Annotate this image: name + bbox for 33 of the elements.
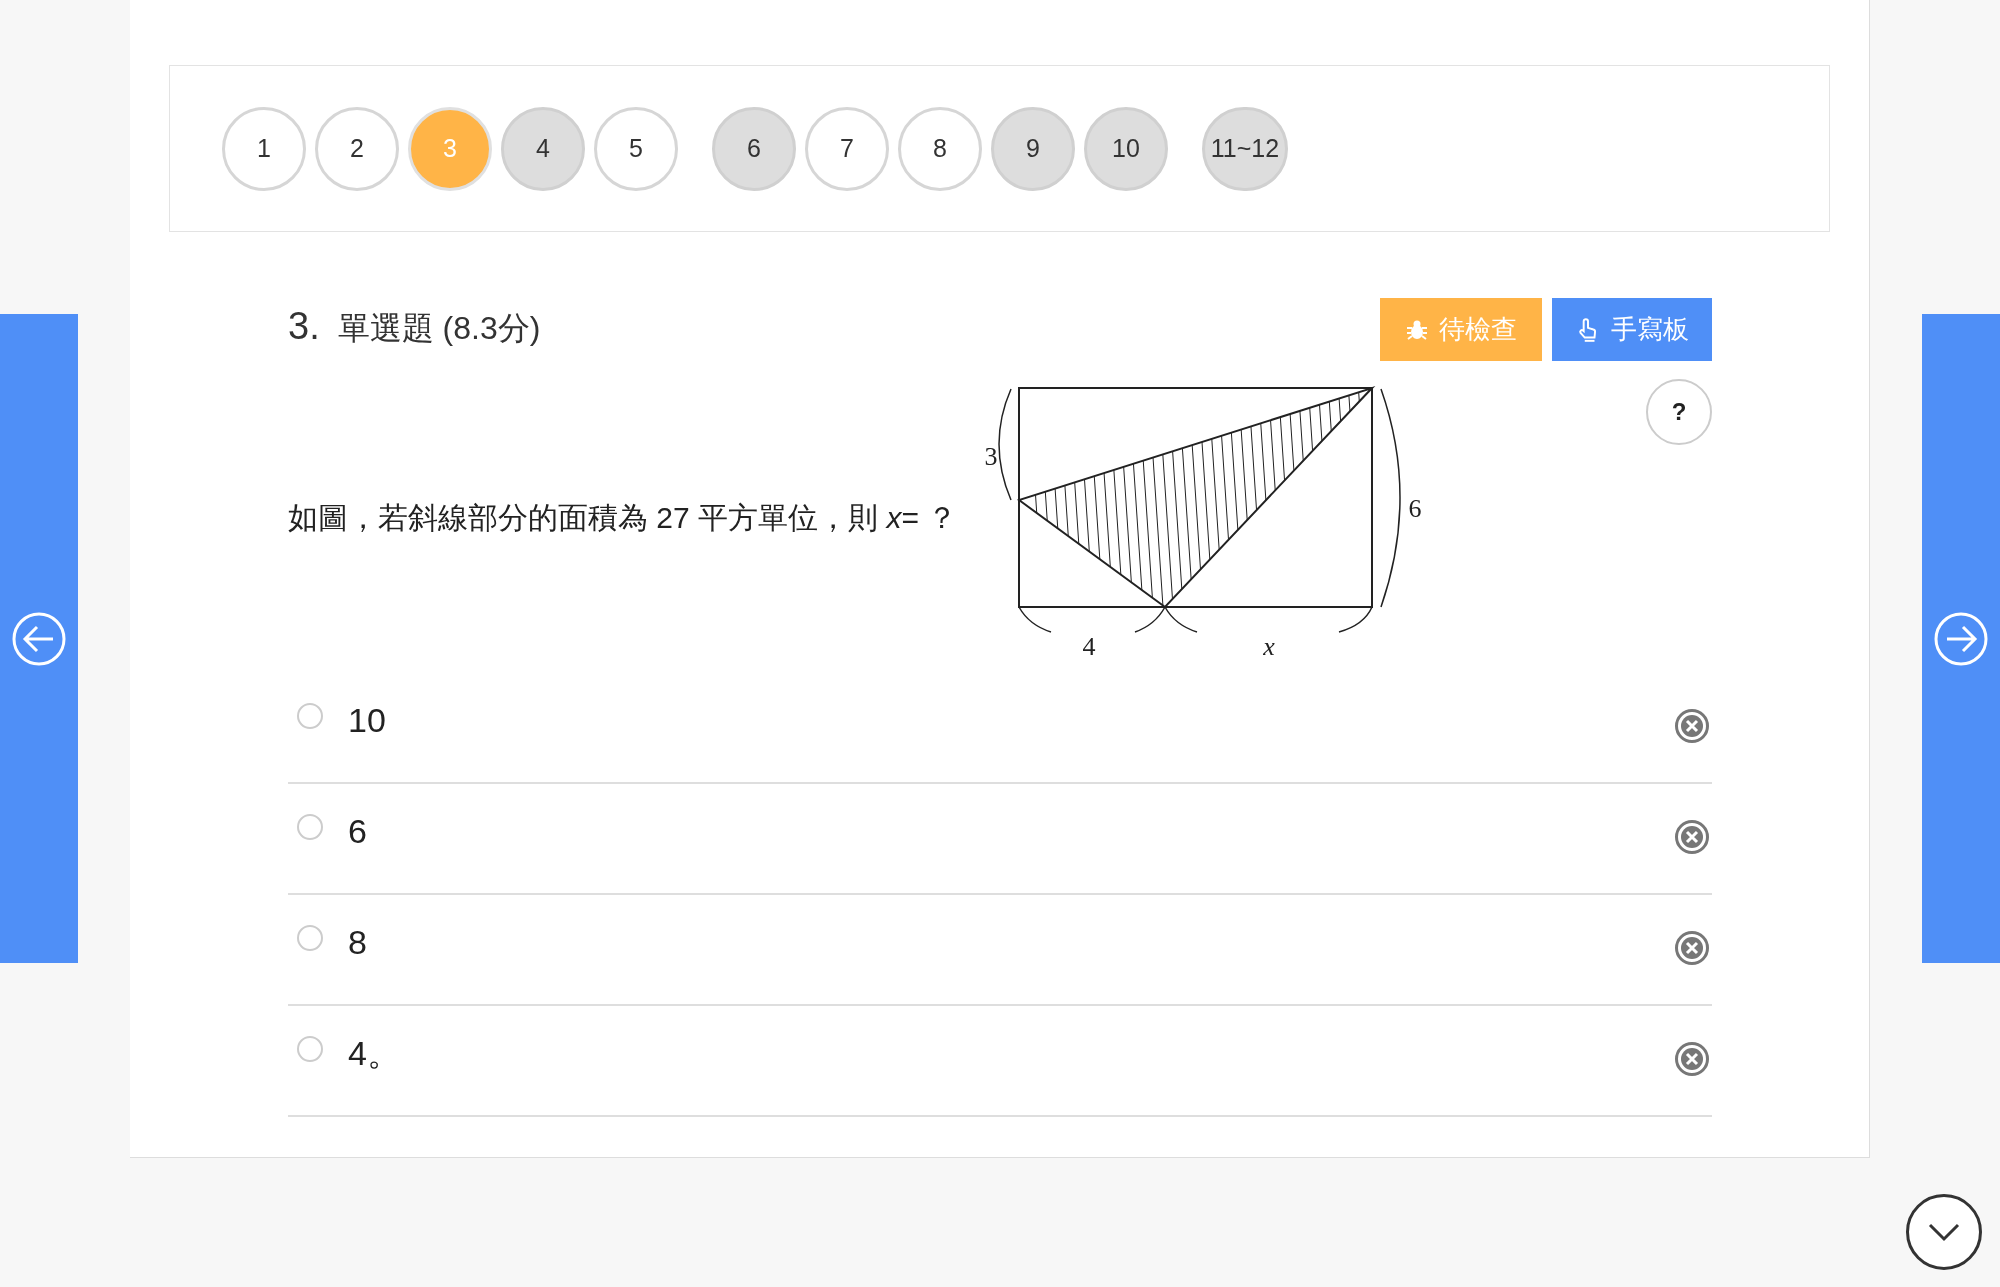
figure-label: 4 <box>1082 632 1096 661</box>
question-type: 單選題 (8.3分) <box>337 309 541 348</box>
close-icon[interactable] <box>1674 819 1710 855</box>
figure-label: 6 <box>1408 494 1422 523</box>
question-number-button[interactable]: 7 <box>805 106 889 191</box>
option-text: 6 <box>348 811 367 852</box>
question-number-button[interactable]: 10 <box>1084 106 1168 191</box>
close-icon[interactable] <box>1674 930 1710 966</box>
question-number-button[interactable]: 2 <box>315 106 399 191</box>
next-question-button[interactable] <box>1922 314 2000 963</box>
help-button[interactable]: ? <box>1646 379 1712 445</box>
radio-button[interactable] <box>297 925 323 951</box>
question-number-button[interactable]: 9 <box>991 106 1075 191</box>
question-number-button[interactable]: 5 <box>594 106 678 191</box>
close-icon[interactable] <box>1674 708 1710 744</box>
chevron-down-icon <box>1927 1222 1961 1242</box>
question-number-button[interactable]: 8 <box>898 106 982 191</box>
question-number-button[interactable]: 6 <box>712 106 796 191</box>
question-number-button[interactable]: 4 <box>501 106 585 191</box>
question-number: 3. <box>288 304 320 349</box>
radio-button[interactable] <box>297 1036 323 1062</box>
figure-label: x <box>1263 632 1275 661</box>
question-number-button[interactable]: 11~12 <box>1202 106 1288 191</box>
option-text: 10 <box>348 700 386 741</box>
radio-button[interactable] <box>297 814 323 840</box>
radio-button[interactable] <box>297 703 323 729</box>
figure-label: 3 <box>984 442 998 471</box>
close-icon[interactable] <box>1674 1041 1710 1077</box>
previous-question-button[interactable] <box>0 314 78 963</box>
question-text: 如圖，若斜線部分的面積為 27 平方單位，則 x= ？ <box>288 499 958 536</box>
option-text: 8 <box>348 922 367 963</box>
question-number-button[interactable]: 1 <box>222 106 306 191</box>
option-text: 4。 <box>348 1033 401 1074</box>
